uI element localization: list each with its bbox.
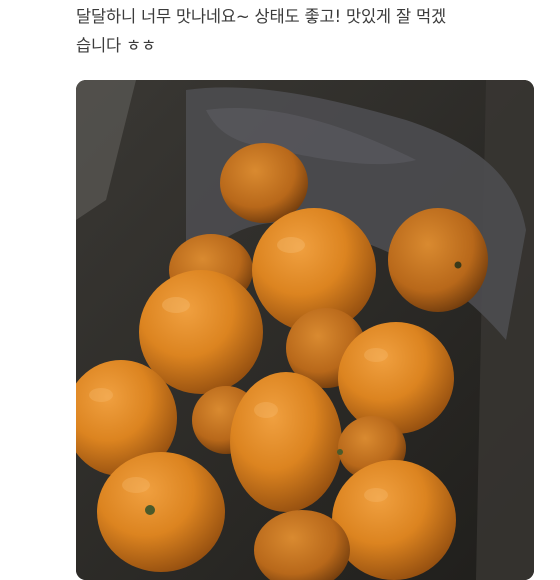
tangerine <box>230 372 342 512</box>
tangerine <box>332 460 456 580</box>
tangerines-image <box>76 80 534 580</box>
tangerine <box>338 322 454 434</box>
review-text: 달달하니 너무 맛나네요~ 상태도 좋고! 맛있게 잘 먹겠 습니다 ㅎㅎ <box>76 2 546 60</box>
review-line-2: 습니다 ㅎㅎ <box>76 36 156 55</box>
review-line-1: 달달하니 너무 맛나네요~ 상태도 좋고! 맛있게 잘 먹겠 <box>76 7 446 26</box>
review-photo[interactable] <box>76 80 534 580</box>
tangerine <box>388 208 488 312</box>
tangerine <box>220 143 308 223</box>
tangerine <box>97 452 225 572</box>
